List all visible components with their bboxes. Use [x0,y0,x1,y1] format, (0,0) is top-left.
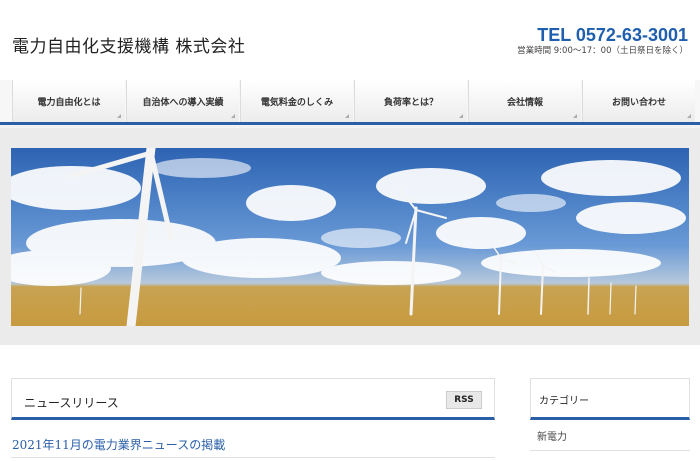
nav-item-rate-structure[interactable]: 電気料金のしくみ [240,80,353,122]
news-release-title: ニュースリリース [24,396,119,410]
rss-button[interactable]: RSS [446,391,482,409]
nav-item-about-liberalization[interactable]: 電力自由化とは [12,80,125,122]
nav-item-company-info[interactable]: 会社情報 [468,80,581,122]
global-nav: 電力自由化とは 自治体への導入実績 電気料金のしくみ 負荷率とは？ 会社情報 お… [0,80,700,125]
corner-triangle-icon [345,114,349,118]
corner-triangle-icon [459,114,463,118]
site-header: 電力自由化支援機構 株式会社 TEL 0572-63-3001 営業時間 9:0… [0,0,700,80]
nav-item-contact[interactable]: お問い合わせ [582,80,695,122]
nav-item-label: お問い合わせ [611,97,666,108]
nav-item-label: 電力自由化とは [37,97,101,108]
category-title: カテゴリー [539,396,589,407]
corner-triangle-icon [117,114,121,118]
wind-turbines-landscape-icon [11,148,686,326]
site-title[interactable]: 電力自由化支援機構 株式会社 [12,32,245,57]
nav-item-label: 自治体への導入実績 [142,97,224,108]
category-item-new-power[interactable]: 新電力 [537,428,567,443]
nav-item-load-factor[interactable]: 負荷率とは？ [354,80,467,122]
category-header: カテゴリー [530,378,690,420]
nav-item-label: 電気料金のしくみ [260,97,334,108]
divider [530,450,690,451]
nav-item-label: 会社情報 [506,97,543,108]
nav-item-municipal-results[interactable]: 自治体への導入実績 [126,80,239,122]
nav-item-label: 負荷率とは？ [383,97,438,108]
news-item-link[interactable]: 2021年11月の電力業界ニュースの掲載 [12,436,225,453]
news-release-header: ニュースリリース RSS [11,378,495,420]
divider [11,457,495,458]
corner-triangle-icon [231,114,235,118]
hero-image [11,148,689,326]
phone-number[interactable]: TEL 0572-63-3001 [537,25,688,46]
business-hours: 営業時間 9:00～17：00（土日祭日を除く） [517,46,688,56]
corner-triangle-icon [687,114,691,118]
corner-triangle-icon [573,114,577,118]
